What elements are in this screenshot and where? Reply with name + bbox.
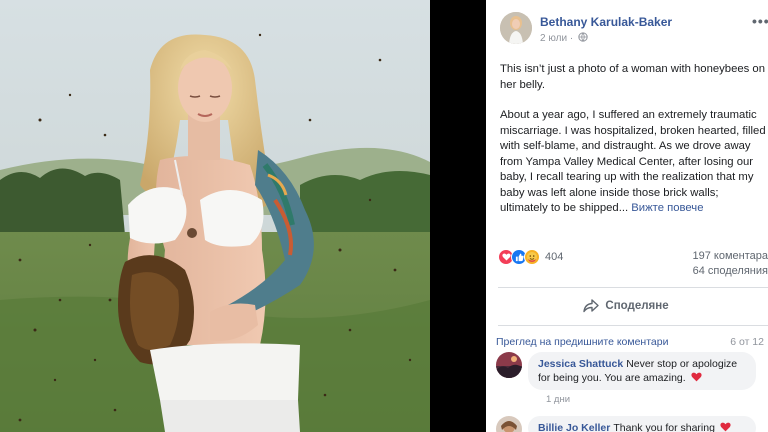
post-header: Bethany Karulak-Baker 2 юли · ••• <box>500 12 768 48</box>
divider <box>498 325 768 326</box>
avatar-image <box>500 12 532 44</box>
comment-author-link[interactable]: Billie Jo Keller <box>538 422 610 432</box>
post-paragraph-1: This isn’t just a photo of a woman with … <box>500 63 766 91</box>
post-photo[interactable] <box>0 0 430 432</box>
post-text: This isn’t just a photo of a woman with … <box>500 62 766 232</box>
share-count-link[interactable]: 64 споделяния <box>693 264 768 279</box>
share-button[interactable]: Споделяне <box>498 290 754 322</box>
comment-item: Billie Jo Keller Thank you for sharing <box>496 416 766 432</box>
post-meta: 2 юли · <box>540 32 588 44</box>
globe-icon <box>578 32 588 42</box>
more-options-icon[interactable]: ••• <box>752 14 768 28</box>
comment-timestamp[interactable]: 1 дни <box>546 394 570 405</box>
author-avatar[interactable] <box>500 12 532 44</box>
divider <box>498 287 768 288</box>
comment-author-link[interactable]: Jessica Shattuck <box>538 358 623 370</box>
post-side-panel: Bethany Karulak-Baker 2 юли · ••• This i… <box>486 0 768 432</box>
view-previous-comments-link[interactable]: Преглед на предишните коментари <box>496 336 668 348</box>
comment-bubble: Jessica Shattuck Never stop or apologize … <box>528 352 756 390</box>
pregnant-woman-with-bees-photo <box>0 0 430 432</box>
commenter-avatar[interactable] <box>496 416 522 432</box>
reactions-summary[interactable]: 404 <box>498 248 563 266</box>
care-reaction-icon <box>524 249 540 265</box>
reaction-count: 404 <box>545 251 564 263</box>
commenter-avatar[interactable] <box>496 352 522 378</box>
post-paragraph-2-text: About a year ago, I suffered an extremel… <box>500 109 766 214</box>
comment-item: Jessica Shattuck Never stop or apologize … <box>496 352 766 408</box>
photo-viewer-gutter <box>430 0 486 432</box>
post-paragraph-2: About a year ago, I suffered an extremel… <box>500 108 766 217</box>
heart-icon <box>691 372 702 382</box>
post-stats: 197 коментара 64 споделяния <box>693 249 768 279</box>
share-button-label: Споделяне <box>605 300 669 312</box>
post-timestamp[interactable]: 2 юли <box>540 33 567 44</box>
comment-bubble: Billie Jo Keller Thank you for sharing <box>528 416 756 432</box>
comment-text: Thank you for sharing <box>613 422 715 432</box>
author-name-link[interactable]: Bethany Karulak-Baker <box>540 15 672 29</box>
see-more-link[interactable]: Вижте повече <box>631 202 703 214</box>
share-icon <box>583 299 600 313</box>
comments-shown-count: 6 от 12 <box>730 336 764 348</box>
comment-count-link[interactable]: 197 коментара <box>693 249 768 264</box>
heart-icon <box>720 422 731 432</box>
